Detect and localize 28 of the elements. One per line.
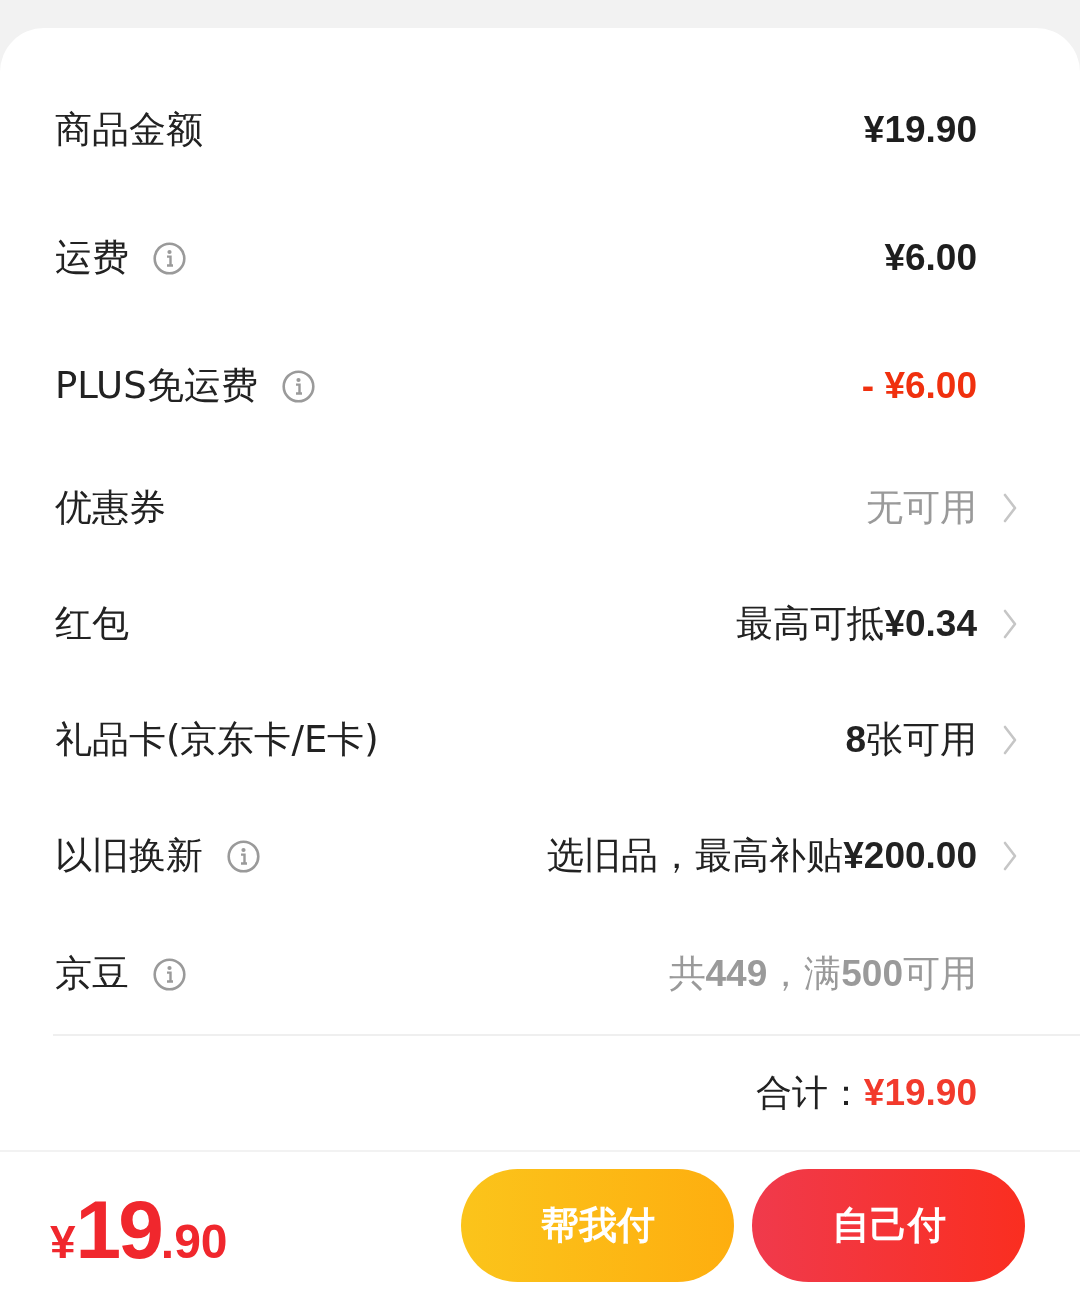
fee-value: 共449，满500可用 [668, 952, 977, 996]
fee-label: 京豆 [55, 951, 129, 997]
info-icon[interactable] [153, 957, 186, 991]
fee-value: - ¥6.00 [861, 365, 977, 407]
fee-label: 优惠券 [55, 485, 166, 531]
fee-label: 以旧换新 [55, 833, 203, 879]
info-icon[interactable] [153, 241, 186, 275]
chevron-right-icon[interactable] [1003, 841, 1017, 871]
info-icon[interactable] [281, 369, 315, 403]
fee-label: 红包 [55, 601, 129, 647]
info-icon[interactable] [227, 839, 260, 873]
chevron-right-icon[interactable] [1003, 609, 1017, 639]
fee-value: 选旧品，最高补贴¥200.00 [547, 834, 977, 878]
fee-label: 礼品卡(京东卡/E卡) [55, 717, 379, 763]
pay-myself-button[interactable]: 自己付 [752, 1169, 1025, 1282]
chevron-right-icon[interactable] [1003, 493, 1017, 523]
total-label: 合计： [755, 1070, 864, 1115]
fee-label: PLUS免运费 [55, 363, 258, 409]
total-amount: ¥19.90 [863, 1072, 977, 1114]
fee-value: ¥19.90 [863, 109, 977, 151]
fee-label: 运费 [55, 235, 129, 281]
chevron-right-icon[interactable] [1003, 725, 1017, 755]
fee-value: 无可用 [866, 486, 977, 530]
pay-price: ¥19.90 [50, 1182, 228, 1277]
fee-value: 最高可抵¥0.34 [736, 602, 977, 646]
fee-value: 8张可用 [845, 718, 977, 762]
fee-value: ¥6.00 [884, 237, 977, 279]
fee-label: 商品金额 [55, 107, 203, 153]
